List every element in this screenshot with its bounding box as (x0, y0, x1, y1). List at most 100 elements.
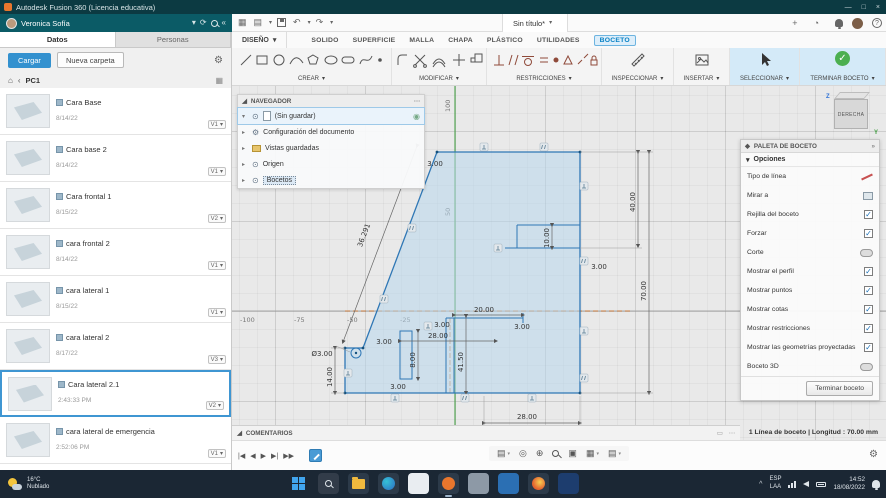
taskbar-clock[interactable]: 14:52 18/08/2022 (833, 476, 865, 492)
help-icon[interactable]: ? (872, 18, 882, 28)
comments-collapse-icon[interactable]: ◢ (237, 430, 242, 437)
checkbox-checked-icon[interactable] (864, 229, 873, 238)
tab-solido[interactable]: SOLIDO (311, 37, 338, 44)
viewports-button[interactable]: ▤ ▾ (608, 448, 621, 459)
line-type-icon[interactable] (861, 173, 873, 180)
view-cube-front-face[interactable]: DERECHA (834, 99, 868, 129)
collapse-panel-icon[interactable]: « (222, 19, 226, 27)
view-cube-top-face[interactable] (834, 92, 870, 99)
close-button[interactable]: × (876, 4, 880, 11)
undo-caret-icon[interactable]: ▾ (308, 20, 311, 26)
taskbar-weather-widget[interactable]: 16°C Nublado (0, 477, 49, 492)
navigator-header[interactable]: ◢ NAVEGADOR ⋯ (238, 95, 424, 108)
navigator-item-label[interactable]: Bocetos (262, 175, 296, 185)
palette-option-row[interactable]: Forzar (741, 224, 879, 243)
version-badge[interactable]: V2 ▾ (207, 214, 226, 223)
palette-option-row[interactable]: Mostrar cotas (741, 300, 879, 319)
list-item[interactable]: cara frontal 2 8/14/22 V1 ▾ (0, 229, 231, 276)
visibility-eye-icon[interactable]: ⊙ (252, 176, 259, 185)
restricciones-tools-icons[interactable] (490, 51, 598, 69)
search-icon[interactable] (210, 19, 218, 27)
tab-datos[interactable]: Datos (0, 32, 116, 47)
comments-options-icon[interactable]: ⋯ (729, 430, 735, 437)
taskbar-file-explorer[interactable] (348, 473, 369, 494)
back-icon[interactable]: ‹ (18, 76, 21, 85)
taskbar-start-button[interactable] (288, 473, 309, 494)
group-label-insertar[interactable]: INSERTAR ▾ (684, 75, 720, 83)
tab-plastico[interactable]: PLÁSTICO (487, 37, 523, 44)
expand-icon[interactable]: ▸ (242, 145, 248, 152)
new-folder-button[interactable]: Nueva carpeta (56, 52, 124, 68)
palette-option-row[interactable]: Rejilla del boceto (741, 205, 879, 224)
checkbox-checked-icon[interactable] (864, 267, 873, 276)
panel-options-icon[interactable]: ⋯ (414, 98, 420, 105)
timeline-skip-end-button[interactable]: ▶| (271, 452, 278, 460)
version-badge[interactable]: V1 ▾ (207, 167, 226, 176)
version-badge[interactable]: V2 ▾ (205, 401, 224, 410)
taskbar-edge[interactable] (378, 473, 399, 494)
checkbox-checked-icon[interactable] (864, 305, 873, 314)
list-item-selected[interactable]: Cara lateral 2.1 2:43:33 PM V2 ▾ (0, 370, 231, 417)
navigator-item[interactable]: ▸ ⊙ Origen (238, 156, 424, 172)
display-settings-button[interactable]: ▤ ▾ (497, 448, 510, 459)
timeline-play-button[interactable]: ▶ (261, 452, 266, 460)
checkbox-checked-icon[interactable] (864, 343, 873, 352)
look-at-icon[interactable] (863, 191, 873, 200)
taskbar-app-white[interactable] (408, 473, 429, 494)
inspeccionar-icon[interactable] (629, 51, 647, 69)
timeline-step-back-button[interactable]: ◀ (250, 452, 255, 460)
timeline-fast-forward-button[interactable]: ▶▶ (283, 452, 294, 460)
network-icon[interactable] (788, 480, 797, 488)
view-cube[interactable]: Z DERECHA Y (826, 92, 878, 136)
taskbar-app-gray[interactable] (468, 473, 489, 494)
list-item[interactable]: Cara base 2 8/14/22 V1 ▾ (0, 135, 231, 182)
view-mode-icon[interactable]: ▦ (215, 76, 223, 85)
fit-button[interactable]: ▣ (568, 448, 577, 459)
visibility-eye-icon[interactable]: ⊙ (252, 112, 259, 121)
maximize-button[interactable]: □ (862, 4, 866, 11)
insertar-icon[interactable] (693, 51, 711, 69)
crear-tools-icons[interactable] (238, 51, 386, 69)
taskbar-search-button[interactable] (318, 473, 339, 494)
list-item[interactable]: cara lateral 2 8/17/22 V3 ▾ (0, 323, 231, 370)
expand-icon[interactable]: ▸ (242, 177, 248, 184)
taskbar-app-navy[interactable] (558, 473, 579, 494)
pan-button[interactable]: ⊕ (536, 448, 544, 459)
palette-option-row[interactable]: Mostrar el perfil (741, 262, 879, 281)
account-avatar[interactable] (852, 17, 863, 29)
new-tab-icon[interactable]: + (792, 18, 797, 28)
toggle-off-icon[interactable] (860, 362, 873, 371)
palette-option-row[interactable]: Mostrar puntos (741, 281, 879, 300)
expand-icon[interactable]: ▾ (242, 113, 248, 120)
panel-collapse-icon[interactable]: ◢ (242, 98, 247, 105)
tab-utilidades[interactable]: UTILIDADES (537, 37, 580, 44)
list-item[interactable]: cara lateral 1 8/15/22 V1 ▾ (0, 276, 231, 323)
redo-caret-icon[interactable]: ▾ (330, 20, 333, 26)
panel-settings-gear-icon[interactable]: ⚙ (214, 55, 223, 66)
tab-chapa[interactable]: CHAPA (448, 37, 473, 44)
upload-button[interactable]: Cargar (8, 52, 51, 68)
comment-bubble-icon[interactable]: ▭ (717, 430, 723, 437)
group-label-terminar-boceto[interactable]: TERMINAR BOCETO ▾ (810, 75, 874, 83)
seleccionar-cursor-icon[interactable] (756, 51, 774, 69)
user-name[interactable]: Veronica Sofía (21, 19, 188, 28)
version-badge[interactable]: V1 ▾ (207, 261, 226, 270)
home-icon[interactable]: ⌂ (8, 76, 13, 85)
navigator-item[interactable]: ▸ Vistas guardadas (238, 140, 424, 156)
checkbox-checked-icon[interactable] (864, 286, 873, 295)
version-badge[interactable]: V3 ▾ (207, 355, 226, 364)
timeline-skip-start-button[interactable]: |◀ (238, 452, 245, 460)
taskbar-fusion360[interactable] (438, 473, 459, 497)
version-badge[interactable]: V1 ▾ (207, 449, 226, 458)
save-icon[interactable] (277, 18, 287, 27)
sketch-canvas[interactable]: 100 50 -100 -75 -50 -25 (232, 86, 886, 440)
file-menu-caret-icon[interactable]: ▾ (269, 20, 272, 26)
group-label-inspeccionar[interactable]: INSPECCIONAR ▾ (612, 75, 664, 83)
list-item[interactable]: Cara frontal 1 8/15/22 V2 ▾ (0, 182, 231, 229)
minimize-button[interactable]: — (845, 4, 852, 11)
toggle-off-icon[interactable] (860, 248, 873, 257)
version-badge[interactable]: V1 ▾ (207, 308, 226, 317)
tab-boceto[interactable]: BOCETO (593, 34, 636, 46)
hidden-icons-chevron[interactable]: ^ (759, 481, 762, 488)
palette-option-row[interactable]: Mostrar restricciones (741, 319, 879, 338)
